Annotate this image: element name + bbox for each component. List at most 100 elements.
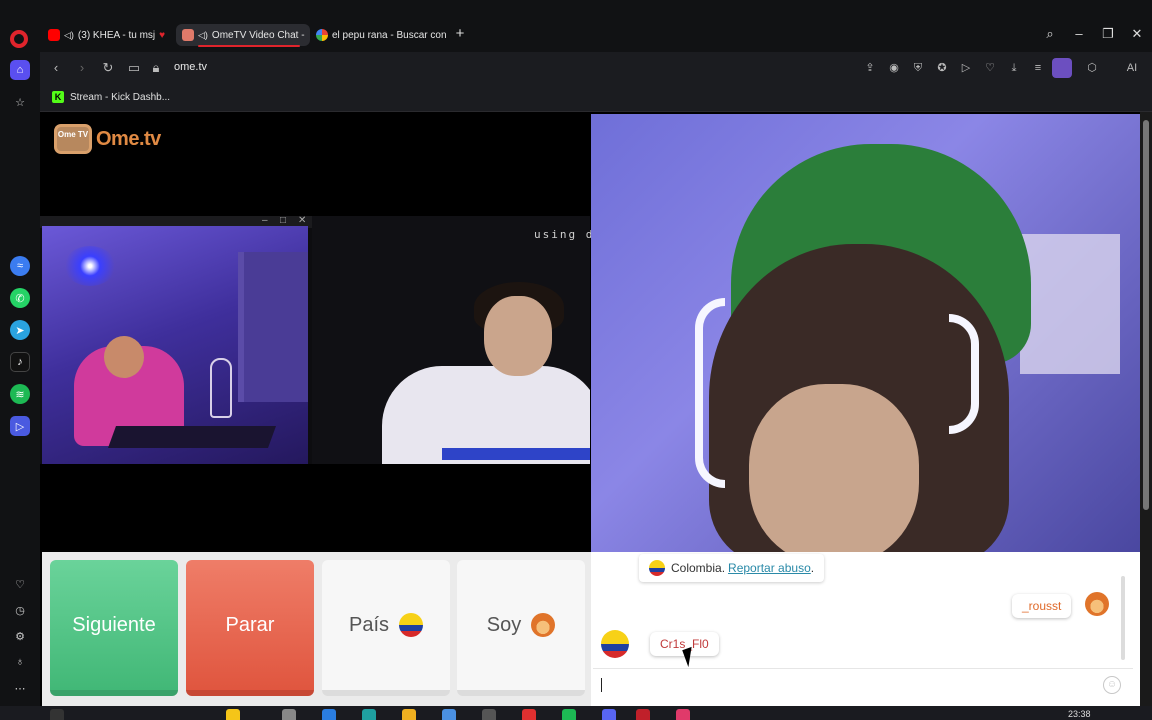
aria-button[interactable]: AI bbox=[1120, 60, 1144, 76]
player-icon[interactable]: ▷ bbox=[10, 416, 30, 436]
snapshot-icon[interactable]: ▭ bbox=[126, 60, 142, 76]
logo-text: Ome.tv bbox=[96, 127, 161, 150]
my-name: _rousst bbox=[1022, 599, 1062, 613]
chat-scrollbar[interactable] bbox=[1121, 576, 1125, 660]
close-button[interactable]: ✕ bbox=[1128, 26, 1146, 42]
ometv-logo[interactable]: Ome TV Ome.tv bbox=[54, 124, 161, 154]
more-icon[interactable]: ⋯ bbox=[10, 678, 30, 698]
next-button[interactable]: Siguiente bbox=[50, 560, 178, 696]
speaker-icon: ◁) bbox=[64, 29, 74, 40]
headphones-left bbox=[695, 298, 725, 488]
pip-minimize-button[interactable]: – bbox=[262, 216, 268, 226]
bookmarks-bar: K Stream - Kick Dashb... bbox=[40, 84, 1152, 112]
scrollbar-thumb[interactable] bbox=[1143, 120, 1149, 510]
aria-label: AI bbox=[1126, 62, 1138, 74]
girl-emoji-icon bbox=[1085, 592, 1109, 616]
opera-logo-icon[interactable] bbox=[10, 30, 28, 48]
my-avatar bbox=[1085, 592, 1109, 616]
star-icon[interactable]: ☆ bbox=[10, 92, 30, 112]
menu-icon[interactable]: ≡ bbox=[1030, 60, 1046, 76]
report-abuse-link[interactable]: Reportar abuso bbox=[728, 561, 811, 575]
vpn-icon[interactable]: ✪ bbox=[934, 60, 950, 76]
text-caret bbox=[601, 678, 602, 692]
stop-button[interactable]: Parar bbox=[186, 560, 314, 696]
local-video: – □ ✕ bbox=[40, 216, 590, 464]
history-icon[interactable]: ◷ bbox=[10, 600, 30, 620]
girl-emoji-icon bbox=[531, 613, 556, 637]
spotify-icon[interactable]: ≋ bbox=[10, 384, 30, 404]
youtube-icon bbox=[48, 29, 60, 41]
edge-icon[interactable] bbox=[322, 709, 336, 720]
weather-icon[interactable] bbox=[226, 709, 240, 720]
minimize-button[interactable]: – bbox=[1070, 26, 1088, 42]
shield-icon[interactable]: ⛨ bbox=[910, 60, 926, 76]
telegram-icon[interactable]: ➤ bbox=[10, 320, 30, 340]
country-label: País bbox=[348, 613, 390, 636]
home-icon[interactable]: ⌂ bbox=[10, 60, 30, 80]
restore-button[interactable]: ❐ bbox=[1099, 26, 1117, 42]
app2-icon[interactable] bbox=[676, 709, 690, 720]
heart-icon[interactable]: ♡ bbox=[10, 574, 30, 594]
keyboard-led bbox=[442, 448, 590, 460]
person-face bbox=[484, 296, 552, 376]
app-icon[interactable] bbox=[442, 709, 456, 720]
new-tab-button[interactable]: + bbox=[452, 26, 468, 42]
reload-icon[interactable]: ↻ bbox=[100, 60, 116, 76]
system-message: Colombia. Reportar abuso. bbox=[639, 554, 825, 582]
messenger-icon[interactable]: ≈ bbox=[10, 256, 30, 276]
logo-badge: Ome TV bbox=[54, 124, 92, 154]
sidebar: ⌂ ☆ ≈ ✆ ➤ ♪ ≋ ▷ ♡ ◷ ⚙ ♁ ⋯ bbox=[0, 52, 40, 712]
tab-label: el pepu rana - Buscar con bbox=[332, 29, 446, 41]
heart-icon[interactable]: ♡ bbox=[982, 60, 998, 76]
kick-icon: K bbox=[52, 91, 64, 103]
download-icon[interactable]: ⤓ bbox=[1006, 60, 1022, 76]
tiktok-icon[interactable]: ♪ bbox=[10, 352, 30, 372]
country-text: Colombia. bbox=[671, 561, 726, 575]
pip-close-button[interactable]: ✕ bbox=[298, 216, 306, 226]
settings-icon[interactable]: ⚙ bbox=[10, 626, 30, 646]
search-tabs-icon[interactable]: ⌕ bbox=[1041, 26, 1059, 42]
google-icon bbox=[316, 29, 328, 41]
emoji-icon[interactable]: ☺ bbox=[1103, 676, 1121, 694]
person-face bbox=[749, 384, 919, 552]
control-panel: Siguiente Parar País Soy bbox=[42, 552, 591, 706]
share-icon[interactable]: ⇪ bbox=[862, 60, 878, 76]
forward-icon[interactable]: › bbox=[74, 60, 90, 76]
cube-icon[interactable]: ⬡ bbox=[1084, 60, 1100, 76]
opera-icon[interactable] bbox=[636, 709, 650, 720]
opera-gx-icon[interactable] bbox=[522, 709, 536, 720]
back-icon[interactable]: ‹ bbox=[48, 60, 64, 76]
taskbar-clock[interactable]: 23:38 bbox=[1068, 709, 1091, 719]
chat-panel: Colombia. Reportar abuso. _rousst Cr1s_F… bbox=[591, 552, 1140, 706]
chat-input[interactable]: ☺ bbox=[593, 668, 1133, 700]
tab-google[interactable]: el pepu rana - Buscar con bbox=[310, 24, 446, 46]
github-icon[interactable] bbox=[482, 709, 496, 720]
tips-icon[interactable]: ♁ bbox=[10, 652, 30, 672]
tab-khea[interactable]: ◁) (3) KHEA - tu msj ♥ bbox=[42, 24, 170, 46]
camera-icon[interactable]: ◉ bbox=[886, 60, 902, 76]
spotify-icon[interactable] bbox=[562, 709, 576, 720]
profile-avatar[interactable] bbox=[1052, 58, 1072, 78]
explorer-icon[interactable] bbox=[402, 709, 416, 720]
skeleton-decoration bbox=[210, 358, 232, 418]
gender-label: Soy bbox=[486, 613, 522, 636]
store-icon[interactable] bbox=[362, 709, 376, 720]
report-suffix: . bbox=[810, 561, 815, 575]
colombia-flag-icon bbox=[601, 630, 629, 658]
gender-button[interactable]: Soy bbox=[457, 560, 585, 696]
url-field[interactable]: ome.tv bbox=[174, 61, 207, 73]
pip-video[interactable] bbox=[42, 226, 308, 464]
taskview-icon[interactable] bbox=[282, 709, 296, 720]
whatsapp-icon[interactable]: ✆ bbox=[10, 288, 30, 308]
next-label: Siguiente bbox=[72, 613, 156, 636]
pip-maximize-button[interactable]: □ bbox=[280, 216, 286, 226]
search-icon[interactable] bbox=[50, 709, 64, 720]
discord-icon[interactable] bbox=[602, 709, 616, 720]
tab-bar: ◁) (3) KHEA - tu msj ♥ ◁) OmeTV Video Ch… bbox=[0, 0, 1152, 52]
bookmark-kick[interactable]: K Stream - Kick Dashb... bbox=[52, 91, 170, 103]
wall-poster bbox=[1020, 234, 1120, 374]
tab-ometv[interactable]: ◁) OmeTV Video Chat - bbox=[176, 24, 310, 46]
page-scrollbar[interactable] bbox=[1140, 112, 1152, 706]
play-icon[interactable]: ▷ bbox=[958, 60, 974, 76]
country-button[interactable]: País bbox=[322, 560, 450, 696]
